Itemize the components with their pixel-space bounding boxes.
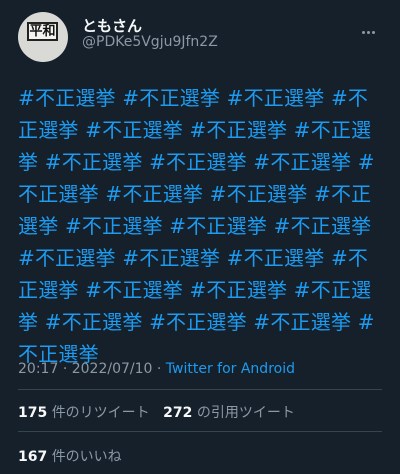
tweet-text[interactable]: #不正選挙 #不正選挙 #不正選挙 #不正選挙 #不正選挙 #不正選挙 #不正選…	[18, 82, 382, 370]
tweet-source[interactable]: Twitter for Android	[166, 361, 295, 377]
separator: ·	[62, 361, 68, 377]
separator: ·	[156, 361, 162, 377]
retweets-count[interactable]: 175	[18, 405, 47, 421]
tweet-time[interactable]: 20:17	[18, 361, 58, 377]
retweet-stats: 175 件のリツイート 272 の引用ツイート	[18, 402, 295, 422]
likes-count[interactable]: 167	[18, 449, 47, 465]
display-name[interactable]: ともさん	[82, 15, 142, 36]
retweets-label[interactable]: 件のリツイート	[52, 405, 150, 421]
more-horizontal-icon[interactable]	[362, 19, 382, 39]
avatar[interactable]: 平和	[18, 12, 68, 62]
tweet-meta: 20:17 · 2022/07/10 · Twitter for Android	[18, 361, 295, 377]
avatar-label: 平和	[27, 22, 58, 41]
divider-top	[18, 389, 382, 390]
quotes-count[interactable]: 272	[163, 405, 192, 421]
tweet-header: 平和 ともさん @PDKe5Vgju9Jfn2Z	[18, 12, 382, 62]
divider-bottom	[18, 431, 382, 432]
likes-label[interactable]: 件のいいね	[52, 449, 122, 465]
likes-stats: 167 件のいいね	[18, 446, 122, 466]
user-handle[interactable]: @PDKe5Vgju9Jfn2Z	[82, 34, 218, 50]
quotes-label[interactable]: の引用ツイート	[197, 405, 295, 421]
tweet-date[interactable]: 2022/07/10	[72, 361, 153, 377]
